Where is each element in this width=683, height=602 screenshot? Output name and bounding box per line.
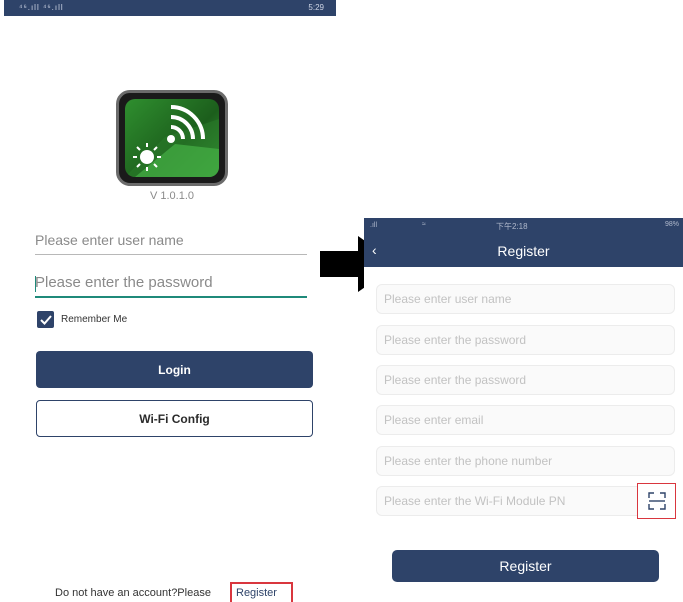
- username-field[interactable]: [35, 232, 307, 255]
- status-time: 5:29: [308, 3, 324, 12]
- password-input[interactable]: [35, 274, 307, 291]
- checkmark-icon[interactable]: [37, 311, 54, 328]
- register-phone-input[interactable]: [384, 447, 634, 475]
- scan-icon[interactable]: [647, 492, 666, 510]
- remember-me-label: Remember Me: [61, 314, 128, 325]
- app-version: V 1.0.1.0: [149, 190, 195, 202]
- solar-wifi-app-icon: [125, 105, 219, 177]
- scan-button[interactable]: [637, 483, 676, 519]
- register-header: .ıll ≈ 下午2:18 98% ‹ Register: [364, 218, 683, 267]
- password-field[interactable]: [35, 274, 307, 298]
- wifi-status-icon: ≈: [422, 221, 426, 228]
- username-input[interactable]: [35, 232, 307, 248]
- remember-me-checkbox[interactable]: Remember Me: [37, 311, 127, 328]
- register-username-input[interactable]: [384, 285, 634, 313]
- wifi-config-button[interactable]: Wi-Fi Config: [36, 400, 313, 437]
- status-bar: ⁴⁶.ıll ⁴⁶.ıll 5:29: [4, 0, 336, 16]
- register-username-field[interactable]: [376, 284, 675, 314]
- register-link-highlight[interactable]: Register: [230, 582, 293, 602]
- register-confirm-password-field[interactable]: [376, 365, 675, 395]
- battery-indicator: 98%: [664, 221, 679, 228]
- register-screen: .ıll ≈ 下午2:18 98% ‹ Register Re: [364, 218, 683, 602]
- app-logo: [116, 90, 228, 186]
- login-button[interactable]: Login: [36, 351, 313, 388]
- register-confirm-password-input[interactable]: [384, 366, 634, 394]
- register-email-field[interactable]: [376, 405, 675, 435]
- register-email-input[interactable]: [384, 406, 634, 434]
- register-wifi-module-input[interactable]: [384, 487, 634, 515]
- register-link[interactable]: Register: [236, 587, 277, 599]
- register-phone-field[interactable]: [376, 446, 675, 476]
- register-prompt: Do not have an account?Please: [55, 587, 211, 599]
- login-screen: ⁴⁶.ıll ⁴⁶.ıll 5:29 V 1.0.1.0 Please ente…: [4, 0, 336, 602]
- register-button[interactable]: Register: [392, 550, 659, 582]
- register-wifi-module-field[interactable]: [376, 486, 675, 516]
- text-cursor: [35, 276, 36, 292]
- page-title: Register: [497, 243, 550, 259]
- signal-indicator: ⁴⁶.ıll ⁴⁶.ıll: [19, 3, 64, 12]
- status-time: 下午2:18: [496, 222, 528, 231]
- signal-indicator: .ıll: [370, 222, 377, 229]
- register-password-input[interactable]: [384, 326, 634, 354]
- register-password-field[interactable]: [376, 325, 675, 355]
